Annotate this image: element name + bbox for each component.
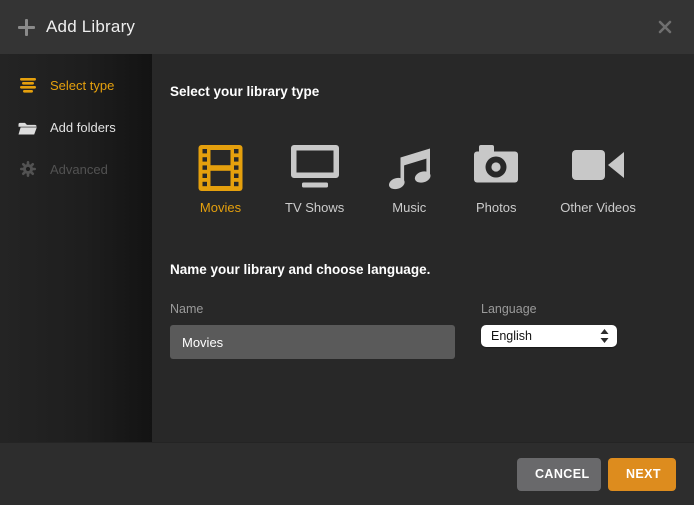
library-type-label: Music [392,200,426,215]
camera-icon [474,145,518,191]
sidebar: Select type Add folders [0,54,152,442]
video-camera-icon [572,145,624,191]
sidebar-item-label: Advanced [50,162,108,177]
sidebar-item-add-folders[interactable]: Add folders [18,114,152,140]
name-group: Name [170,302,455,359]
language-selected-value: English [491,329,600,343]
library-type-label: TV Shows [285,200,344,215]
sidebar-item-advanced[interactable]: Advanced [18,156,152,182]
library-type-movies[interactable]: Movies [198,145,243,215]
dialog-footer: CANCEL NEXT [0,442,694,505]
language-field-label: Language [481,302,621,316]
folder-icon [18,119,37,135]
main-panel: Select your library type [152,54,694,442]
sidebar-item-select-type[interactable]: Select type [18,72,152,98]
sidebar-item-label: Select type [50,78,114,93]
library-type-other-videos[interactable]: Other Videos [560,145,636,215]
library-name-input[interactable] [170,325,455,359]
name-field-label: Name [170,302,455,316]
sidebar-item-label: Add folders [50,120,116,135]
music-notes-icon [386,145,432,191]
next-button[interactable]: NEXT [608,458,676,491]
language-select[interactable]: English [481,325,617,347]
library-type-music[interactable]: Music [386,145,432,215]
library-type-photos[interactable]: Photos [474,145,518,215]
name-section-title: Name your library and choose language. [170,262,674,277]
library-type-row: Movies TV Shows [198,145,674,215]
close-icon[interactable] [654,16,676,38]
list-lines-icon [18,77,37,93]
library-type-label: Photos [476,200,516,215]
library-type-tv-shows[interactable]: TV Shows [285,145,344,215]
tv-icon [291,145,339,191]
dialog-title: Add Library [46,17,135,37]
library-type-label: Other Videos [560,200,636,215]
dialog-body: Select type Add folders [0,54,694,442]
film-strip-icon [198,145,243,191]
add-library-dialog: Add Library [0,0,694,505]
language-group: Language English [481,302,621,359]
gear-icon [18,161,37,177]
library-type-label: Movies [200,200,241,215]
cancel-button[interactable]: CANCEL [517,458,601,491]
dialog-header: Add Library [0,0,694,54]
name-language-row: Name Language English [170,302,674,359]
section-title: Select your library type [170,84,674,99]
plus-icon [18,19,35,36]
select-updown-arrows-icon [600,329,609,343]
